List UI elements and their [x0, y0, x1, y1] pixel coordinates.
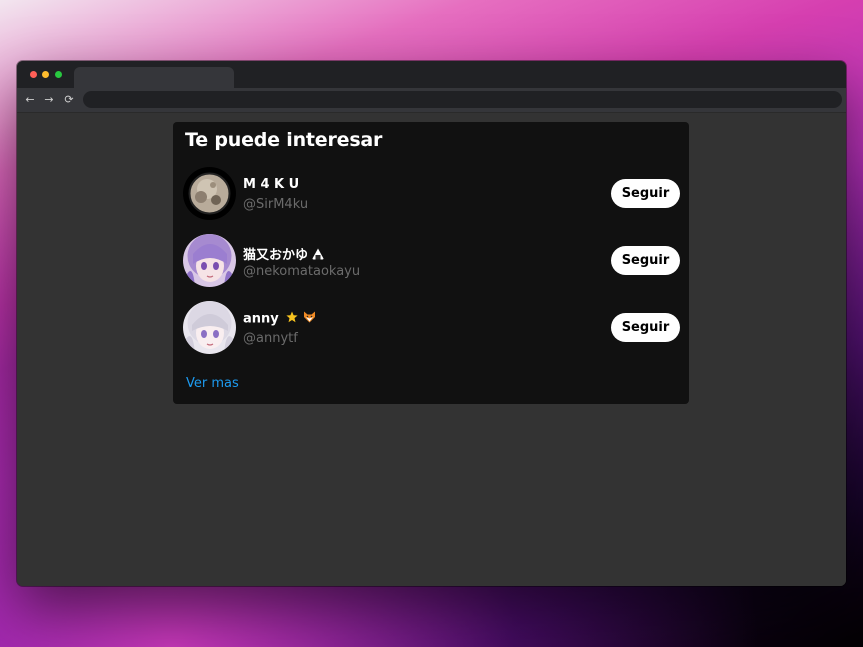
- address-bar[interactable]: [83, 91, 842, 108]
- see-more-link[interactable]: Ver mas: [186, 376, 239, 391]
- fox-icon: [303, 311, 316, 327]
- avatar[interactable]: [183, 234, 236, 287]
- arrow-right-icon[interactable]: →: [42, 92, 56, 108]
- anime-purple-hair-avatar-icon: [183, 234, 236, 287]
- minimize-window-icon[interactable]: [42, 71, 49, 78]
- user-handle: @nekomataokayu: [243, 264, 361, 279]
- user-name-text: anny: [243, 311, 279, 327]
- follow-button[interactable]: Seguir: [611, 246, 680, 275]
- user-name: M 4 K U: [243, 177, 300, 192]
- user-name: 猫又おかゆ: [243, 244, 324, 264]
- who-to-follow-card: Te puede interesar M 4 K U @SirM4ku Segu…: [173, 122, 689, 404]
- user-row[interactable]: anny @annytf Seguir: [173, 299, 689, 357]
- browser-toolbar: ← → ⟳: [17, 88, 846, 113]
- maximize-window-icon[interactable]: [55, 71, 62, 78]
- browser-tab[interactable]: [74, 67, 234, 88]
- close-window-icon[interactable]: [30, 71, 37, 78]
- browser-titlebar: [17, 61, 846, 88]
- user-handle: @annytf: [243, 331, 298, 346]
- user-row[interactable]: 猫又おかゆ @nekomataokayu Seguir: [173, 232, 689, 290]
- avatar[interactable]: [183, 301, 236, 354]
- user-name-text: 猫又おかゆ: [243, 248, 309, 263]
- follow-button[interactable]: Seguir: [611, 179, 680, 208]
- browser-window: ← → ⟳ Te puede interesar M 4 K U @SirM4k…: [17, 61, 846, 586]
- page-viewport: Te puede interesar M 4 K U @SirM4ku Segu…: [17, 113, 846, 586]
- follow-button[interactable]: Seguir: [611, 313, 680, 342]
- star-icon: [286, 311, 298, 327]
- onigiri-icon: [312, 248, 324, 264]
- user-row[interactable]: M 4 K U @SirM4ku Seguir: [173, 165, 689, 223]
- anime-white-hair-avatar-icon: [183, 301, 236, 354]
- avatar[interactable]: [183, 167, 236, 220]
- user-handle: @SirM4ku: [243, 197, 309, 212]
- card-title: Te puede interesar: [185, 129, 383, 151]
- reload-icon[interactable]: ⟳: [62, 92, 76, 108]
- arrow-left-icon[interactable]: ←: [23, 92, 37, 108]
- moon-avatar-icon: [183, 167, 236, 220]
- user-name: anny: [243, 311, 316, 327]
